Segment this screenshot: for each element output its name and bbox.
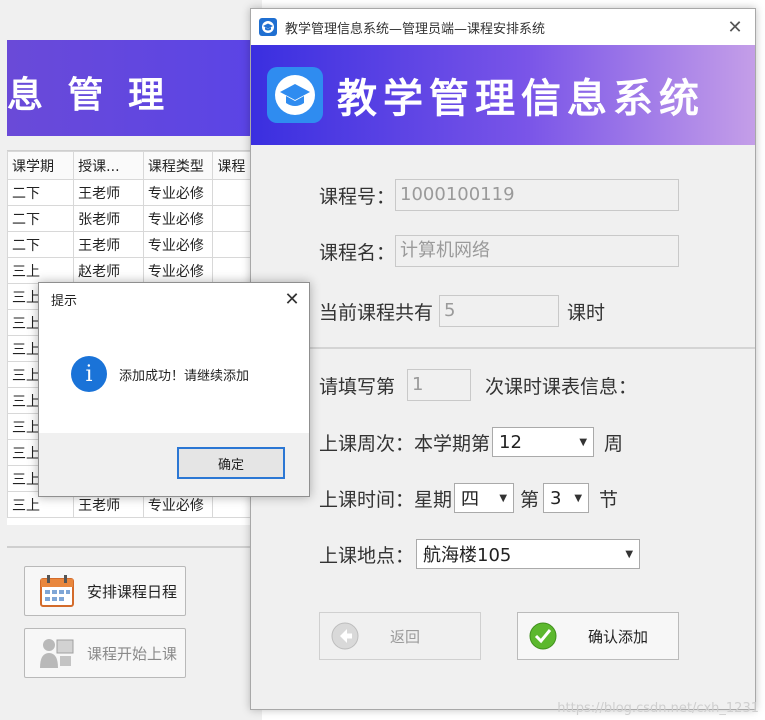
dialog-titlebar[interactable]: 提示 ✕ [39,283,309,315]
schedule-course-label: 安排课程日程 [87,582,178,601]
arrow-left-icon [331,622,359,650]
chevron-down-icon: ▼ [625,548,634,560]
course-arrangement-window: 教学管理信息系统—管理员端—课程安排系统 ✕ 教学管理信息系统 课程号： 100… [250,8,756,710]
class-time-row: 上课时间：星期 四 ▼ 第 3 ▼ 节 [319,483,618,513]
divider [7,546,262,548]
location-select[interactable]: 航海楼105 ▼ [416,539,641,569]
week-select-value: 12 [499,431,522,453]
class-time-label: 上课时间：星期 [319,488,453,511]
table-row[interactable]: 二下 王老师 专业必修 [6,179,262,206]
weekday-select-value: 四 [461,489,480,510]
course-number-label: 课程号： [319,185,396,208]
table-cell: 张老师 [73,205,144,232]
ok-button[interactable]: 确定 [177,447,285,479]
table-cell: 王老师 [73,231,144,258]
watermark: https://blog.csdn.net/cxh_1231 [557,701,759,716]
graduation-cap-logo-icon [267,67,323,123]
period-select-value: 3 [550,487,562,509]
calendar-icon [40,575,74,607]
back-button-label: 返回 [390,627,421,646]
week-label: 上课周次：本学期第 [319,432,491,455]
close-icon[interactable]: ✕ [715,17,755,38]
total-hours-suffix: 课时 [567,301,606,324]
background-banner: 息 管 理 [7,40,262,136]
chevron-down-icon: ▼ [574,492,583,504]
period-prefix: 第 [520,488,540,511]
message-dialog: 提示 ✕ i 添加成功！请继续添加 确定 [38,282,310,497]
chevron-down-icon: ▼ [579,436,588,448]
week-row: 上课周次：本学期第 12 ▼ 周 [319,427,623,457]
table-cell: 专业必修 [142,257,214,284]
table-row[interactable]: 二下 王老师 专业必修 [6,231,262,258]
course-name-label: 课程名： [319,241,396,264]
table-header-row: 课学期 授课... 课程类型 课程 [6,151,262,180]
confirm-add-label: 确认添加 [588,627,649,646]
schedule-course-button[interactable]: 安排课程日程 [24,566,186,616]
session-index-row: 请填写第 1 次课时课表信息： [319,369,637,401]
table-cell: 王老师 [73,179,144,206]
table-cell: 二下 [6,231,75,258]
table-cell: 三上 [6,257,75,284]
column-header[interactable]: 课程类型 [142,151,214,180]
table-cell: 二下 [6,179,75,206]
weekday-select[interactable]: 四 ▼ [454,483,515,513]
banner-title: 教学管理信息系统 [337,75,705,122]
session-index-field[interactable]: 1 [407,369,472,401]
total-hours-field[interactable]: 5 [439,295,560,327]
header-banner: 教学管理信息系统 [251,45,755,145]
confirm-add-button[interactable]: 确认添加 [517,612,679,660]
start-class-button[interactable]: 课程开始上课 [24,628,186,678]
total-hours-prefix: 当前课程共有 [319,301,434,324]
week-suffix: 周 [604,432,624,455]
back-button[interactable]: 返回 [319,612,481,660]
week-select[interactable]: 12 ▼ [492,427,595,457]
app-icon [259,18,277,36]
session-index-prefix: 请填写第 [319,375,396,398]
period-suffix: 节 [599,488,619,511]
checkmark-icon [529,622,557,650]
presentation-icon [40,639,74,668]
class-location-label: 上课地点： [319,544,415,567]
dialog-footer: 确定 [39,433,309,496]
table-row[interactable]: 二下 张老师 专业必修 [6,205,262,232]
dialog-message: 添加成功！请继续添加 [119,368,250,384]
table-cell: 赵老师 [73,257,144,284]
chevron-down-icon: ▼ [499,492,508,504]
table-row[interactable]: 三上 赵老师 专业必修 [6,257,262,284]
course-name-field[interactable]: 计算机网络 [395,235,680,267]
column-header[interactable]: 课学期 [6,151,75,180]
start-class-label: 课程开始上课 [87,644,178,663]
course-number-field[interactable]: 1000100119 [395,179,680,211]
info-icon: i [71,356,107,392]
dialog-title: 提示 [51,293,78,309]
table-cell: 专业必修 [142,205,214,232]
window-titlebar[interactable]: 教学管理信息系统—管理员端—课程安排系统 ✕ [251,9,755,45]
background-banner-title: 息 管 理 [7,74,171,116]
window-title: 教学管理信息系统—管理员端—课程安排系统 [285,21,546,37]
class-location-row: 上课地点： 航海楼105 ▼ [319,539,641,569]
close-icon[interactable]: ✕ [275,289,309,310]
table-cell: 专业必修 [142,231,214,258]
course-number-row: 课程号： 1000100119 [319,179,680,211]
location-select-value: 航海楼105 [423,545,512,566]
column-header[interactable]: 授课... [73,151,144,180]
course-name-row: 课程名： 计算机网络 [319,235,680,267]
table-cell: 专业必修 [142,179,214,206]
period-select[interactable]: 3 ▼ [543,483,590,513]
session-index-suffix: 次课时课表信息： [485,375,638,398]
table-cell: 二下 [6,205,75,232]
total-hours-row: 当前课程共有 5 课时 [319,295,605,327]
section-divider [251,347,755,349]
dialog-body: i 添加成功！请继续添加 [39,315,309,433]
